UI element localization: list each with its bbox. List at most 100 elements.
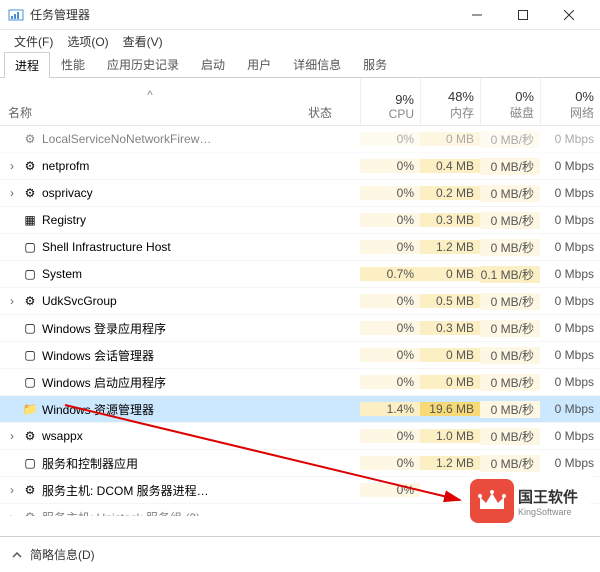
process-name: Windows 登录应用程序 bbox=[42, 320, 166, 337]
expand-icon[interactable]: › bbox=[6, 429, 18, 443]
expand-icon[interactable]: › bbox=[6, 186, 18, 200]
expand-icon[interactable]: › bbox=[6, 159, 18, 173]
net-value: 0 Mbps bbox=[540, 267, 600, 281]
folder-icon: 📁 bbox=[22, 401, 38, 417]
tab-6[interactable]: 服务 bbox=[352, 51, 398, 77]
net-value: 0 Mbps bbox=[540, 456, 600, 470]
disk-value: 0 MB/秒 bbox=[480, 239, 540, 256]
table-row[interactable]: ›⚙wsappx0%1.0 MB0 MB/秒0 Mbps bbox=[0, 423, 600, 450]
expand-icon[interactable]: › bbox=[6, 510, 18, 516]
col-memory[interactable]: 48% 内存 bbox=[420, 78, 480, 125]
mem-value: 19.6 MB bbox=[420, 402, 480, 416]
net-value: 0 Mbps bbox=[540, 240, 600, 254]
net-value: 0 Mbps bbox=[540, 429, 600, 443]
table-row[interactable]: ▢Windows 启动应用程序0%0 MB0 MB/秒0 Mbps bbox=[0, 369, 600, 396]
table-row[interactable]: 📁Windows 资源管理器1.4%19.6 MB0 MB/秒0 Mbps bbox=[0, 396, 600, 423]
tab-5[interactable]: 详细信息 bbox=[282, 51, 352, 77]
cpu-value: 0% bbox=[360, 456, 420, 470]
cpu-value: 0% bbox=[360, 186, 420, 200]
disk-value: 0 MB/秒 bbox=[480, 401, 540, 418]
table-row[interactable]: ▢Windows 登录应用程序0%0.3 MB0 MB/秒0 Mbps bbox=[0, 315, 600, 342]
process-name: osprivacy bbox=[42, 186, 93, 200]
disk-value: 0 MB/秒 bbox=[480, 347, 540, 364]
cpu-value: 0% bbox=[360, 240, 420, 254]
registry-icon: ▦ bbox=[22, 212, 38, 228]
menu-view[interactable]: 查看(V) bbox=[117, 31, 169, 52]
close-button[interactable] bbox=[546, 0, 592, 30]
table-row[interactable]: ▦Registry0%0.3 MB0 MB/秒0 Mbps bbox=[0, 207, 600, 234]
mem-value: 0.2 MB bbox=[420, 186, 480, 200]
brief-info-link[interactable]: 简略信息(D) bbox=[30, 546, 95, 563]
gear-icon: ⚙ bbox=[22, 131, 38, 147]
table-row[interactable]: ›⚙UdkSvcGroup0%0.5 MB0 MB/秒0 Mbps bbox=[0, 288, 600, 315]
cpu-value: 0% bbox=[360, 348, 420, 362]
disk-value: 0.1 MB/秒 bbox=[480, 266, 540, 283]
col-network[interactable]: 0% 网络 bbox=[540, 78, 600, 125]
window-icon: ▢ bbox=[22, 455, 38, 471]
gear-icon: ⚙ bbox=[22, 428, 38, 444]
window-icon: ▢ bbox=[22, 374, 38, 390]
disk-value: 0 MB/秒 bbox=[480, 212, 540, 229]
tab-1[interactable]: 性能 bbox=[50, 51, 96, 77]
tab-3[interactable]: 启动 bbox=[190, 51, 236, 77]
titlebar: 任务管理器 bbox=[0, 0, 600, 30]
col-disk[interactable]: 0% 磁盘 bbox=[480, 78, 540, 125]
disk-value: 0 MB/秒 bbox=[480, 131, 540, 148]
window-icon: ▢ bbox=[22, 347, 38, 363]
menu-file[interactable]: 文件(F) bbox=[8, 31, 59, 52]
table-row[interactable]: ▢Windows 会话管理器0%0 MB0 MB/秒0 Mbps bbox=[0, 342, 600, 369]
expand-icon[interactable]: › bbox=[6, 483, 18, 497]
col-status[interactable]: 状态 bbox=[300, 78, 360, 125]
process-name: netprofm bbox=[42, 159, 89, 173]
process-name: System bbox=[42, 267, 82, 281]
mem-value: 0.4 MB bbox=[420, 159, 480, 173]
gear-icon: ⚙ bbox=[22, 509, 38, 516]
expand-icon[interactable]: › bbox=[6, 294, 18, 308]
net-value: 0 Mbps bbox=[540, 402, 600, 416]
table-row[interactable]: ▢服务和控制器应用 0%1.2 MB0 MB/秒0 Mbps bbox=[0, 450, 600, 477]
net-value: 0 Mbps bbox=[540, 186, 600, 200]
process-name: Shell Infrastructure Host bbox=[42, 240, 171, 254]
table-row[interactable]: ▢System0.7%0 MB0.1 MB/秒0 Mbps bbox=[0, 261, 600, 288]
table-row[interactable]: ▢Shell Infrastructure Host0%1.2 MB0 MB/秒… bbox=[0, 234, 600, 261]
table-row[interactable]: ⚙LocalServiceNoNetworkFirew…0%0 MB0 MB/秒… bbox=[0, 126, 600, 153]
disk-value: 0 MB/秒 bbox=[480, 455, 540, 472]
mem-value: 0.3 MB bbox=[420, 213, 480, 227]
col-cpu[interactable]: 9% CPU bbox=[360, 78, 420, 125]
tabbar: 进程性能应用历史记录启动用户详细信息服务 bbox=[0, 52, 600, 78]
process-name: 服务和控制器应用 bbox=[42, 455, 138, 472]
sort-indicator: ^ bbox=[8, 88, 292, 104]
mem-value: 0.3 MB bbox=[420, 321, 480, 335]
col-name[interactable]: ^ 名称 bbox=[0, 78, 300, 125]
table-row[interactable]: ›⚙osprivacy0%0.2 MB0 MB/秒0 Mbps bbox=[0, 180, 600, 207]
process-list[interactable]: ⚙LocalServiceNoNetworkFirew…0%0 MB0 MB/秒… bbox=[0, 126, 600, 516]
table-row[interactable]: ›⚙netprofm0%0.4 MB0 MB/秒0 Mbps bbox=[0, 153, 600, 180]
net-value: 0 Mbps bbox=[540, 321, 600, 335]
logo-text-cn: 国王软件 bbox=[518, 486, 578, 507]
logo-text-en: KingSoftware bbox=[518, 507, 578, 517]
menu-options[interactable]: 选项(O) bbox=[61, 31, 114, 52]
watermark-logo: 国王软件 KingSoftware bbox=[470, 476, 590, 526]
window-icon: ▢ bbox=[22, 266, 38, 282]
process-name: 服务主机: DCOM 服务器进程… bbox=[42, 482, 209, 499]
mem-value: 0 MB bbox=[420, 348, 480, 362]
cpu-value: 0% bbox=[360, 159, 420, 173]
gear-icon: ⚙ bbox=[22, 158, 38, 174]
tab-4[interactable]: 用户 bbox=[236, 51, 282, 77]
chevron-up-icon[interactable] bbox=[10, 550, 24, 560]
app-icon bbox=[8, 7, 24, 23]
mem-value: 0 MB bbox=[420, 375, 480, 389]
minimize-button[interactable] bbox=[454, 0, 500, 30]
process-name: Windows 会话管理器 bbox=[42, 347, 154, 364]
disk-value: 0 MB/秒 bbox=[480, 320, 540, 337]
process-name: Windows 资源管理器 bbox=[42, 401, 154, 418]
tab-2[interactable]: 应用历史记录 bbox=[96, 51, 190, 77]
mem-value: 1.2 MB bbox=[420, 240, 480, 254]
mem-value: 1.2 MB bbox=[420, 456, 480, 470]
footer: 简略信息(D) bbox=[0, 536, 600, 572]
gear-icon: ⚙ bbox=[22, 293, 38, 309]
mem-value: 0 MB bbox=[420, 267, 480, 281]
cpu-value: 0% bbox=[360, 294, 420, 308]
tab-0[interactable]: 进程 bbox=[4, 52, 50, 78]
maximize-button[interactable] bbox=[500, 0, 546, 30]
